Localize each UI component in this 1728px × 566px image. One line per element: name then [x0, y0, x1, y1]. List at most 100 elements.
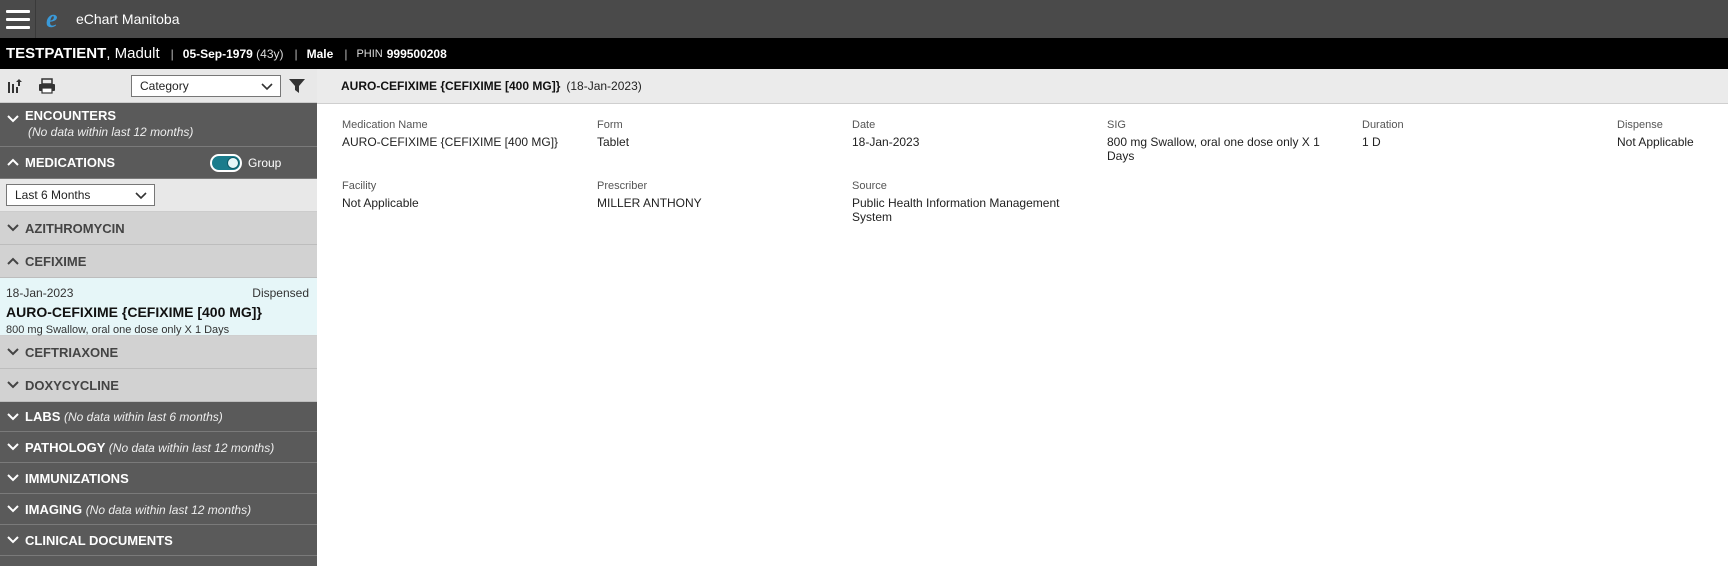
- med-group-name: CEFTRIAXONE: [25, 344, 119, 360]
- patient-sex: Male: [306, 46, 334, 61]
- med-group-azithromycin[interactable]: AZITHROMYCIN: [0, 212, 317, 245]
- section-pathology[interactable]: PATHOLOGY (No data within last 12 months…: [0, 432, 317, 463]
- category-select[interactable]: Category: [131, 75, 281, 97]
- divider: |: [170, 46, 174, 61]
- divider: |: [294, 46, 298, 61]
- field-label: Source: [852, 180, 887, 192]
- section-title: LABS (No data within last 6 months): [25, 402, 317, 424]
- medication-sig: 800 mg Swallow, oral one dose only X 1 D…: [6, 324, 230, 336]
- sort-icon[interactable]: [6, 77, 24, 95]
- field-value: 1 D: [1362, 135, 1381, 149]
- menu-icon[interactable]: [0, 0, 36, 38]
- med-group-doxycycline[interactable]: DOXYCYCLINE: [0, 369, 317, 402]
- field-label: Prescriber: [597, 180, 648, 192]
- section-note: (No data within last 12 months): [108, 441, 275, 455]
- section-title: IMAGING (No data within last 12 months): [25, 494, 317, 517]
- category-select-value: Category: [140, 79, 189, 93]
- field-facility: Facility Not Applicable: [342, 180, 572, 210]
- patient-phin: 999500208: [386, 46, 447, 61]
- field-dispense: Dispense Not Applicable: [1617, 119, 1722, 149]
- filter-icon[interactable]: [288, 77, 306, 98]
- app-header: e eChart Manitoba: [0, 0, 1728, 38]
- field-value: Not Applicable: [342, 196, 419, 210]
- detail-panel: AURO-CEFIXIME {CEFIXIME [400 MG]} (18-Ja…: [317, 69, 1728, 566]
- section-clinical-documents[interactable]: CLINICAL DOCUMENTS: [0, 525, 317, 556]
- period-select-value: Last 6 Months: [15, 188, 91, 202]
- medication-filter-row: Last 6 Months: [0, 179, 317, 212]
- group-toggle-label: Group: [248, 156, 282, 170]
- field-value: Not Applicable: [1617, 135, 1694, 149]
- field-label: Duration: [1362, 119, 1404, 131]
- field-source: Source Public Health Information Managem…: [852, 180, 1077, 224]
- period-select[interactable]: Last 6 Months: [6, 184, 155, 206]
- sidebar-toolbar: Category: [0, 69, 317, 103]
- field-value: 18-Jan-2023: [852, 135, 920, 149]
- chevron-down-icon: [7, 348, 19, 356]
- field-label: Form: [597, 119, 623, 131]
- group-toggle[interactable]: [210, 154, 242, 172]
- med-group-name: AZITHROMYCIN: [25, 220, 125, 236]
- section-labs[interactable]: LABS (No data within last 6 months): [0, 402, 317, 432]
- med-group-name: CEFIXIME: [25, 253, 87, 269]
- patient-last-name: TESTPATIENT: [6, 45, 107, 62]
- section-title: ENCOUNTERS: [25, 108, 117, 123]
- svg-text:e: e: [46, 5, 58, 33]
- chevron-down-icon: [135, 192, 147, 200]
- section-medications[interactable]: MEDICATIONS Group: [0, 147, 317, 179]
- field-value: MILLER ANTHONY: [597, 196, 702, 210]
- field-value: 800 mg Swallow, oral one dose only X 1 D…: [1107, 135, 1320, 163]
- chevron-down-icon: [261, 83, 273, 91]
- medication-status: Dispensed: [252, 286, 309, 300]
- section-note: (No data within last 6 months): [64, 410, 223, 424]
- field-duration: Duration 1 D: [1362, 119, 1592, 149]
- echart-logo: e: [36, 0, 76, 38]
- med-group-ceftriaxone[interactable]: CEFTRIAXONE: [0, 336, 317, 369]
- med-group-cefixime[interactable]: CEFIXIME: [0, 245, 317, 278]
- section-title-text: IMAGING: [25, 502, 83, 517]
- patient-first-name: , Madult: [106, 45, 160, 62]
- section-title-text: PATHOLOGY: [25, 440, 106, 455]
- section-immunizations[interactable]: IMMUNIZATIONS: [0, 463, 317, 494]
- medication-name: AURO-CEFIXIME {CEFIXIME [400 MG]}: [6, 304, 262, 320]
- field-value: AURO-CEFIXIME {CEFIXIME [400 MG]}: [342, 135, 559, 149]
- chevron-down-icon: [7, 115, 19, 123]
- app-title: eChart Manitoba: [76, 11, 180, 27]
- section-note: (No data within last 12 months): [85, 503, 252, 517]
- chevron-down-icon: [7, 474, 19, 482]
- detail-date: (18-Jan-2023): [566, 79, 642, 93]
- field-label: Medication Name: [342, 119, 428, 131]
- section-encounters[interactable]: ENCOUNTERS (No data within last 12 month…: [0, 103, 317, 147]
- field-label: Date: [852, 119, 876, 131]
- sidebar: Category ENCOUNTERS (No data within last…: [0, 69, 317, 566]
- field-prescriber: Prescriber MILLER ANTHONY: [597, 180, 827, 210]
- field-label: Dispense: [1617, 119, 1663, 131]
- field-medication-name: Medication Name AURO-CEFIXIME {CEFIXIME …: [342, 119, 572, 149]
- field-date: Date 18-Jan-2023: [852, 119, 1082, 149]
- section-title: PATHOLOGY (No data within last 12 months…: [25, 432, 317, 455]
- field-sig: SIG 800 mg Swallow, oral one dose only X…: [1107, 119, 1327, 163]
- medication-date: 18-Jan-2023: [6, 286, 74, 300]
- chevron-down-icon: [7, 505, 19, 513]
- divider: |: [344, 46, 348, 61]
- chevron-down-icon: [7, 224, 19, 232]
- patient-age: (43y): [256, 46, 284, 61]
- medication-item-selected[interactable]: 18-Jan-2023 Dispensed AURO-CEFIXIME {CEF…: [0, 278, 317, 336]
- detail-header: AURO-CEFIXIME {CEFIXIME [400 MG]} (18-Ja…: [317, 69, 1728, 104]
- section-imaging[interactable]: IMAGING (No data within last 12 months): [0, 494, 317, 525]
- patient-dob: 05-Sep-1979: [182, 46, 253, 61]
- section-title: IMMUNIZATIONS: [25, 471, 129, 486]
- print-icon[interactable]: [38, 77, 56, 95]
- med-group-name: DOXYCYCLINE: [25, 377, 119, 393]
- chevron-down-icon: [7, 381, 19, 389]
- section-title: CLINICAL DOCUMENTS: [25, 533, 173, 548]
- field-label: SIG: [1107, 119, 1126, 131]
- chevron-down-icon: [7, 413, 19, 421]
- chevron-down-icon: [7, 443, 19, 451]
- detail-medication-name: AURO-CEFIXIME {CEFIXIME [400 MG]}: [341, 79, 561, 93]
- section-note: (No data within last 12 months): [28, 125, 194, 139]
- field-value: Tablet: [597, 135, 630, 149]
- patient-banner: TESTPATIENT, Madult | 05-Sep-1979 (43y) …: [0, 38, 1728, 69]
- field-value: Public Health Information Management Sys…: [852, 196, 1060, 224]
- chevron-up-icon: [7, 257, 19, 265]
- section-title-text: LABS: [25, 409, 61, 424]
